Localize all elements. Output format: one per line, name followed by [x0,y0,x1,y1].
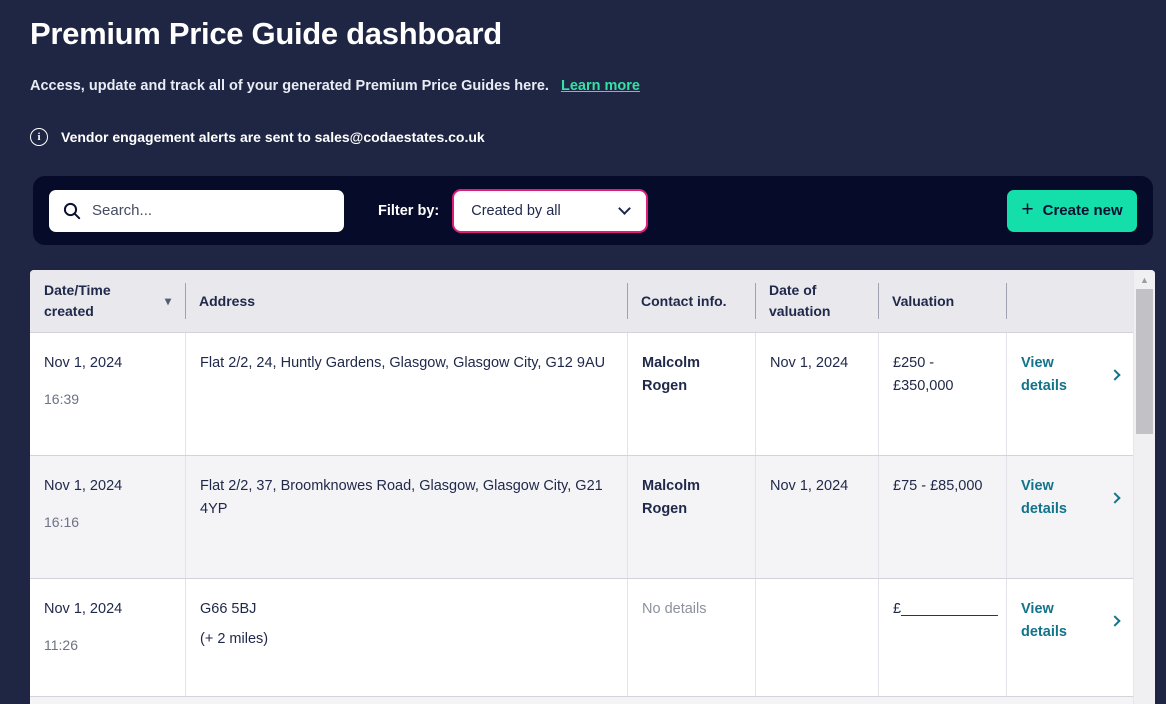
column-header-address: Address [185,270,627,332]
column-header-valuation-date: Date of valuation [755,270,878,332]
contact-cell: No details [627,579,755,696]
address-radius-note: (+ 2 miles) [200,631,269,647]
column-header-label: Contact info. [641,292,727,309]
info-icon: i [30,128,48,146]
date-time-cell: Nov 1, 2024 16:16 [30,456,185,578]
chevron-right-icon [1109,615,1121,627]
table-main: Date/Time created ▾ Address Contact info… [30,270,1133,704]
page-subtitle: Access, update and track all of your gen… [30,78,640,94]
time-created: 11:26 [44,637,78,653]
column-header-valuation: Valuation [878,270,1006,332]
learn-more-link[interactable]: Learn more [561,78,640,94]
contact-cell: Malcolm Rogen [627,456,755,578]
chevron-down-icon [618,201,632,215]
date-created: Nov 1, 2024 [44,601,123,617]
filter-by-label: Filter by: [378,202,440,219]
price-guide-table: Date/Time created ▾ Address Contact info… [30,270,1155,704]
search-icon [63,202,81,219]
table-row-partial [30,696,1133,704]
vendor-alert-banner: i Vendor engagement alerts are sent to s… [30,128,485,146]
valuation-date-cell [755,579,878,696]
filter-selected-value: Created by all [471,202,561,219]
valuation-date-cell: Nov 1, 2024 [755,333,878,455]
time-created: 16:16 [44,514,80,530]
table-row: Nov 1, 2024 16:39 Flat 2/2, 24, Huntly G… [30,332,1133,455]
table-row: Nov 1, 2024 16:16 Flat 2/2, 37, Broomkno… [30,455,1133,578]
date-created: Nov 1, 2024 [44,478,123,494]
address-cell: Flat 2/2, 37, Broomknowes Road, Glasgow,… [185,456,627,578]
valuation-date-cell: Nov 1, 2024 [755,456,878,578]
table-scrollbar[interactable]: ▲ [1133,270,1155,704]
column-header-actions [1006,270,1133,332]
valuation-cell: £75 - £85,000 [878,456,1006,578]
address-cell: G66 5BJ (+ 2 miles) [185,579,627,696]
view-details-link[interactable]: View details [1021,352,1121,398]
create-new-label: Create new [1042,202,1123,219]
view-details-label: View details [1021,601,1067,640]
view-details-link[interactable]: View details [1021,475,1121,521]
address-cell: Flat 2/2, 24, Huntly Gardens, Glasgow, G… [185,333,627,455]
view-details-link[interactable]: View details [1021,598,1121,644]
address-postcode: G66 5BJ [200,601,257,617]
chevron-right-icon [1109,369,1121,381]
toolbar: Filter by: Created by all + Create new [33,176,1153,245]
column-header-date-time[interactable]: Date/Time created ▾ [30,270,185,332]
subtitle-text: Access, update and track all of your gen… [30,78,549,94]
date-created: Nov 1, 2024 [44,355,123,371]
table-header-row: Date/Time created ▾ Address Contact info… [30,270,1133,332]
scroll-up-icon[interactable]: ▲ [1134,275,1155,285]
actions-cell: View details [1006,456,1133,578]
view-details-label: View details [1021,355,1067,394]
column-header-label: Address [199,292,256,309]
create-new-button[interactable]: + Create new [1007,189,1137,232]
column-header-label: Date of valuation [769,282,831,319]
actions-cell: View details [1006,333,1133,455]
column-header-label: Valuation [892,292,955,309]
page-title: Premium Price Guide dashboard [30,16,502,51]
date-time-cell: Nov 1, 2024 11:26 [30,579,185,696]
search-input[interactable] [92,202,344,219]
filter-dropdown[interactable]: Created by all [452,188,649,233]
table-row: Nov 1, 2024 11:26 G66 5BJ (+ 2 miles) No… [30,578,1133,696]
sort-descending-icon[interactable]: ▾ [159,291,171,312]
actions-cell: View details [1006,579,1133,696]
valuation-cell: £____________ [878,579,1006,696]
column-header-contact: Contact info. [627,270,755,332]
view-details-label: View details [1021,478,1067,517]
date-time-cell: Nov 1, 2024 16:39 [30,333,185,455]
time-created: 16:39 [44,391,80,407]
valuation-cell: £250 - £350,000 [878,333,1006,455]
contact-cell: Malcolm Rogen [627,333,755,455]
plus-icon: + [1021,198,1034,221]
column-header-label: Date/Time created [44,282,111,319]
vendor-alert-text: Vendor engagement alerts are sent to sal… [61,129,485,145]
scrollbar-thumb[interactable] [1136,289,1153,434]
chevron-right-icon [1109,492,1121,504]
search-box[interactable] [49,189,344,232]
